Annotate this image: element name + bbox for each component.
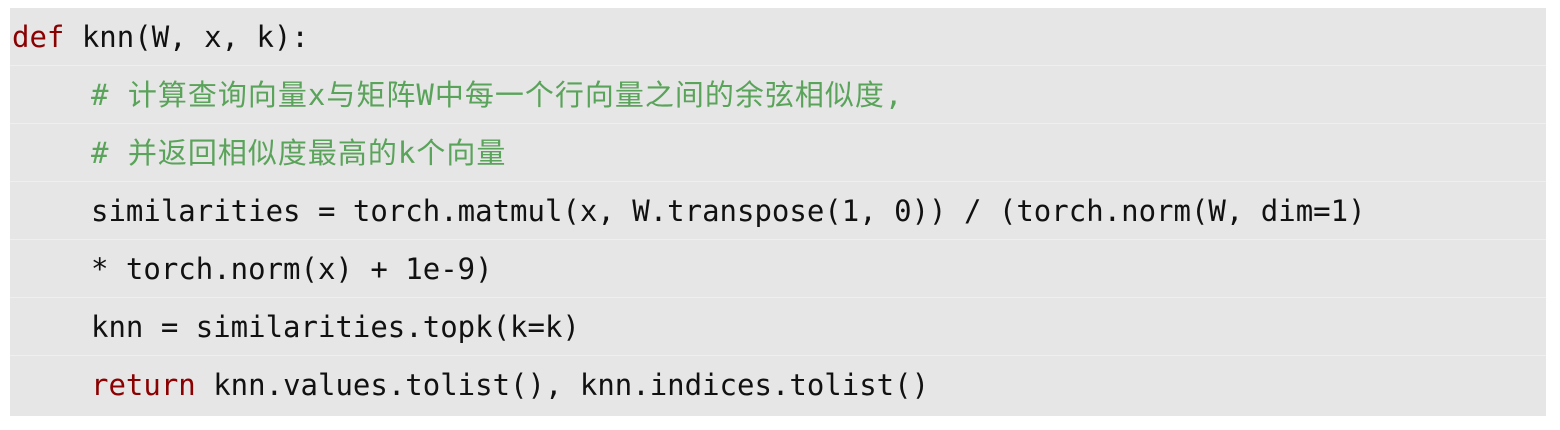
keyword-def: def — [12, 20, 65, 54]
code-line-return: return knn.values.tolist(), knn.indices.… — [10, 356, 1546, 414]
comment-text-1: # 计算查询向量x与矩阵W中每一个行向量之间的余弦相似度, — [91, 78, 904, 112]
code-line-knn: knn = similarities.topk(k=k) — [10, 298, 1546, 356]
code-line-comment-1: # 计算查询向量x与矩阵W中每一个行向量之间的余弦相似度, — [10, 66, 1546, 124]
keyword-return: return — [91, 368, 196, 402]
function-signature: knn(W, x, k): — [64, 20, 309, 54]
code-line-similarities-cont: * torch.norm(x) + 1e-9) — [10, 240, 1546, 298]
code-line-similarities: similarities = torch.matmul(x, W.transpo… — [10, 182, 1546, 240]
knn-statement: knn = similarities.topk(k=k) — [91, 310, 580, 344]
return-expression: knn.values.tolist(), knn.indices.tolist(… — [195, 368, 930, 402]
code-line-comment-2: # 并返回相似度最高的k个向量 — [10, 124, 1546, 182]
code-line-def: def knn(W, x, k): — [10, 8, 1546, 66]
comment-text-2: # 并返回相似度最高的k个向量 — [91, 136, 507, 170]
code-block: def knn(W, x, k): # 计算查询向量x与矩阵W中每一个行向量之间… — [10, 8, 1546, 416]
similarities-continuation: * torch.norm(x) + 1e-9) — [91, 252, 493, 286]
similarities-statement: similarities = torch.matmul(x, W.transpo… — [91, 194, 1366, 228]
